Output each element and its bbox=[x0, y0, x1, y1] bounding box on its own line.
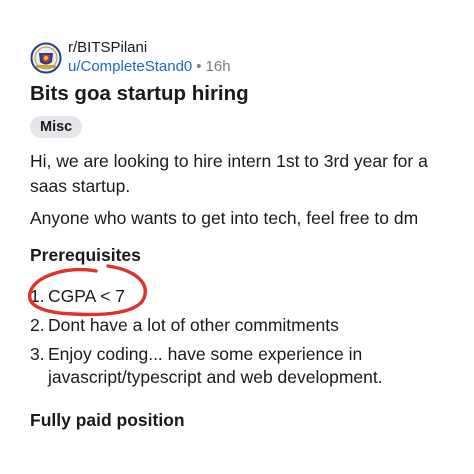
list-item-text: Dont have a lot of other commitments bbox=[48, 315, 339, 335]
meta-separator: • bbox=[196, 58, 202, 75]
subreddit-name[interactable]: r/BITSPilani bbox=[68, 39, 147, 56]
list-item-number: 3. bbox=[30, 344, 45, 364]
post-flair[interactable]: Misc bbox=[30, 116, 83, 138]
author-username[interactable]: u/CompleteStand0 bbox=[68, 58, 192, 75]
closing-heading: Fully paid position bbox=[30, 410, 185, 430]
post-title: Bits goa startup hiring bbox=[30, 82, 249, 105]
prerequisites-heading: Prerequisites bbox=[30, 245, 141, 265]
post-body-paragraph: Hi, we are looking to hire intern 1st to… bbox=[30, 151, 428, 196]
list-item-number: 2. bbox=[30, 315, 45, 335]
post-view: r/BITSPilani u/CompleteStand0 • 16h Bits g… bbox=[0, 0, 474, 474]
list-item-text: Enjoy coding... have some experience in … bbox=[48, 344, 383, 387]
list-item-number: 1. bbox=[30, 286, 45, 306]
post-body-paragraph: Anyone who wants to get into tech, feel … bbox=[30, 208, 419, 228]
post-age: 16h bbox=[205, 58, 231, 75]
post-header: r/BITSPilani u/CompleteStand0 • 16h bbox=[30, 38, 450, 82]
subreddit-avatar-icon[interactable] bbox=[30, 42, 62, 74]
list-item: 2. Dont have a lot of other commitments bbox=[30, 314, 430, 337]
post-meta: u/CompleteStand0 • 16h bbox=[68, 58, 231, 75]
list-item: 1. CGPA < 7 bbox=[30, 285, 230, 308]
list-item-text: CGPA < 7 bbox=[48, 286, 126, 306]
list-item: 3. Enjoy coding... have some experience … bbox=[30, 343, 450, 389]
